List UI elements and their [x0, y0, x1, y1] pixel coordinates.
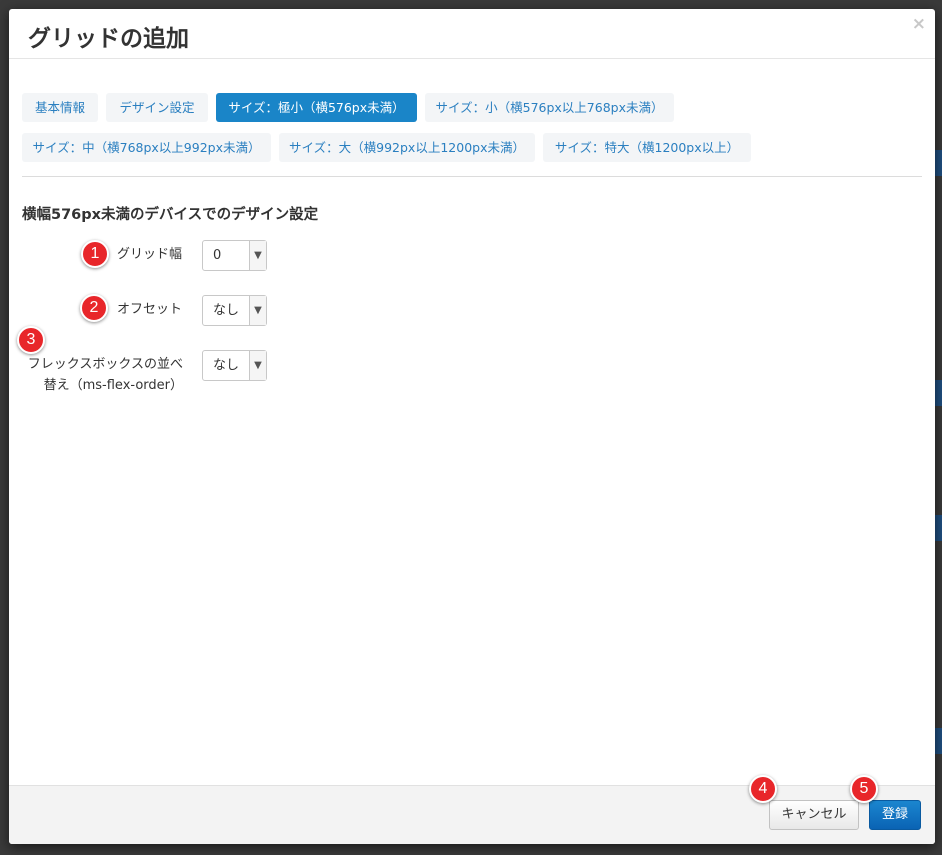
- chevron-down-icon: ▼: [249, 241, 266, 270]
- submit-button[interactable]: 登録: [869, 800, 921, 830]
- flex-order-label: フレックスボックスの並べ 替え（ms-flex-order）: [12, 354, 183, 396]
- flex-order-value: なし: [213, 358, 240, 373]
- annotation-badge-2: 2: [80, 294, 108, 322]
- dialog-header: グリッドの追加 ×: [9, 9, 935, 59]
- tab-size-xs[interactable]: サイズ：極小（横576px未満）: [216, 93, 417, 122]
- tab-size-sm[interactable]: サイズ：小（横576px以上768px未満）: [425, 93, 674, 122]
- tab-basic-info[interactable]: 基本情報: [22, 93, 98, 122]
- dialog-footer: キャンセル 登録 4 5: [9, 775, 935, 844]
- flex-order-label-line2: 替え（ms-flex-order）: [43, 378, 183, 393]
- offset-value: なし: [213, 303, 240, 318]
- tab-divider: [22, 176, 922, 177]
- tab-size-xl[interactable]: サイズ：特大（横1200px以上）: [543, 133, 751, 162]
- offset-select[interactable]: なし ▼: [202, 295, 267, 326]
- annotation-badge-1: 1: [81, 240, 109, 268]
- tab-size-md[interactable]: サイズ：中（横768px以上992px未満）: [22, 133, 271, 162]
- tab-design-settings[interactable]: デザイン設定: [106, 93, 208, 122]
- grid-width-value: 0: [213, 248, 222, 263]
- backdrop-strip: [935, 515, 942, 541]
- dialog-title: グリッドの追加: [28, 26, 189, 52]
- flex-order-label-line1: フレックスボックスの並べ: [27, 357, 183, 372]
- tab-size-lg[interactable]: サイズ：大（横992px以上1200px未満）: [279, 133, 535, 162]
- close-icon[interactable]: ×: [912, 14, 926, 34]
- backdrop-strip: [935, 150, 942, 176]
- flex-order-select[interactable]: なし ▼: [202, 350, 267, 381]
- cancel-button[interactable]: キャンセル: [769, 800, 859, 830]
- annotation-badge-5: 5: [850, 775, 878, 803]
- section-title: 横幅576px未満のデバイスでのデザイン設定: [22, 207, 319, 223]
- annotation-badge-4: 4: [749, 775, 777, 803]
- chevron-down-icon: ▼: [249, 351, 266, 380]
- backdrop-strip: [935, 380, 942, 406]
- grid-width-select[interactable]: 0 ▼: [202, 240, 267, 271]
- backdrop-strip: [935, 728, 942, 754]
- add-grid-dialog: グリッドの追加 × 基本情報 デザイン設定 サイズ：極小（横576px未満） サ…: [9, 9, 935, 844]
- annotation-badge-3: 3: [17, 326, 45, 354]
- chevron-down-icon: ▼: [249, 296, 266, 325]
